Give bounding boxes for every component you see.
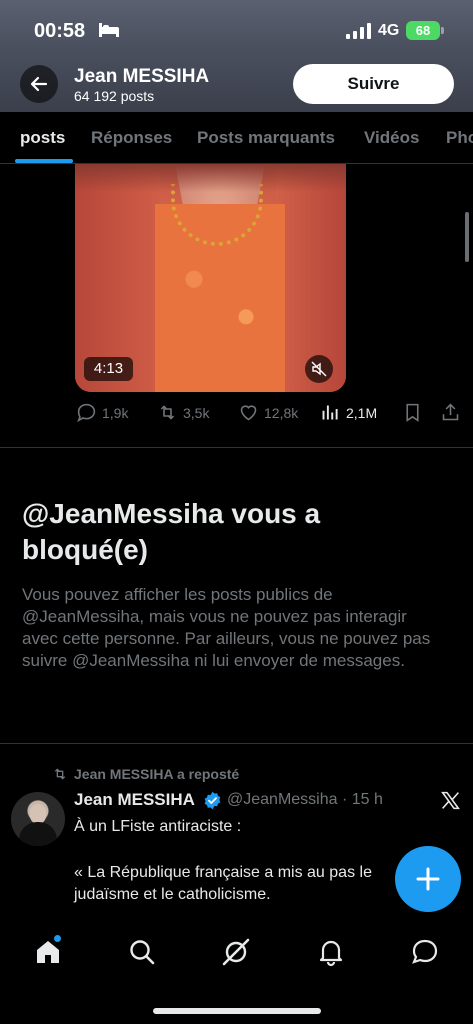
tweet-text-line: « La République française a mis au pas l… [74, 864, 372, 903]
x-logo-icon [441, 791, 460, 810]
tab-highlights[interactable]: Posts marquants [197, 128, 335, 148]
bookmark-icon [406, 403, 419, 422]
posts-count: 64 192 posts [74, 88, 155, 104]
reply-count: 1,9k [102, 404, 129, 421]
bottom-nav [0, 920, 473, 1024]
like-button[interactable]: 12,8k [238, 402, 298, 423]
profile-banner: 00:58 4G 68 Jean MESSIHA 64 192 posts Su… [0, 0, 473, 112]
follow-button[interactable]: Suivre [293, 64, 454, 104]
status-bar: 00:58 4G 68 [0, 18, 473, 46]
compose-button[interactable] [395, 846, 461, 912]
nav-notifications[interactable] [316, 937, 346, 967]
grok-icon [222, 938, 250, 966]
nav-search[interactable] [127, 937, 157, 967]
nav-grok[interactable] [221, 937, 251, 967]
repost-icon [160, 405, 175, 420]
network-type: 4G [378, 22, 400, 39]
divider [0, 743, 473, 744]
views-icon [322, 405, 338, 420]
bookmark-button[interactable] [402, 402, 428, 423]
view-count: 2,1M [346, 404, 378, 421]
search-icon [130, 940, 155, 965]
divider [0, 447, 473, 448]
mute-button[interactable] [305, 355, 333, 383]
tab-videos[interactable]: Vidéos [364, 128, 419, 148]
views-button[interactable]: 2,1M [320, 402, 377, 423]
share-button[interactable] [440, 402, 466, 423]
avatar-face [30, 804, 46, 824]
status-time: 00:58 [34, 20, 86, 42]
signal-icon [346, 23, 371, 39]
repost-context-label: Jean MESSIHA a reposté [74, 766, 240, 782]
repost-context: Jean MESSIHA a reposté [52, 766, 239, 782]
active-tab-indicator [15, 159, 73, 163]
reply-icon [77, 403, 96, 423]
tab-replies[interactable]: Réponses [91, 128, 172, 148]
tweet-text-line: À un LFiste antiraciste : [74, 818, 242, 835]
notifications-icon [319, 940, 343, 967]
arrow-left-icon [30, 76, 48, 92]
profile-name: Jean MESSIHA [74, 66, 210, 87]
sleep-focus-icon [99, 23, 119, 37]
like-count: 12,8k [264, 404, 299, 421]
back-button[interactable] [20, 65, 58, 103]
home-indicator[interactable] [153, 1008, 321, 1014]
video-frame-shadow [75, 164, 346, 192]
verified-badge-icon [204, 791, 221, 810]
tab-posts[interactable]: posts [20, 128, 65, 148]
plus-icon [416, 867, 440, 891]
post-actions: 1,9k 3,5k 12,8k 2,1M [0, 402, 473, 426]
speaker-muted-icon [311, 361, 327, 377]
video-duration: 4:13 [84, 357, 133, 381]
profile-tabs: posts Réponses Posts marquants Vidéos Ph… [0, 112, 473, 164]
share-icon [442, 403, 459, 421]
heart-icon [240, 405, 257, 421]
avatar[interactable] [11, 792, 65, 846]
notification-dot [54, 935, 61, 942]
blocked-description: Vous pouvez afficher les posts publics d… [22, 585, 431, 670]
battery-indicator: 68 [406, 21, 444, 40]
avatar-suit [19, 822, 57, 846]
repost-icon [54, 768, 66, 780]
repost-count: 3,5k [183, 404, 210, 421]
messages-icon [412, 939, 438, 964]
nav-messages[interactable] [410, 937, 440, 967]
scrollbar[interactable] [465, 212, 469, 262]
reply-button[interactable]: 1,9k [76, 402, 128, 423]
tab-photos[interactable]: Pho [446, 128, 473, 148]
blocked-title: @JeanMessiha vous a bloqué(e) [22, 498, 321, 565]
tweet-author-name[interactable]: Jean MESSIHA [74, 790, 195, 810]
tweet-handle-time: @JeanMessiha · 15 h [227, 791, 383, 808]
repost-button[interactable]: 3,5k [157, 402, 209, 423]
